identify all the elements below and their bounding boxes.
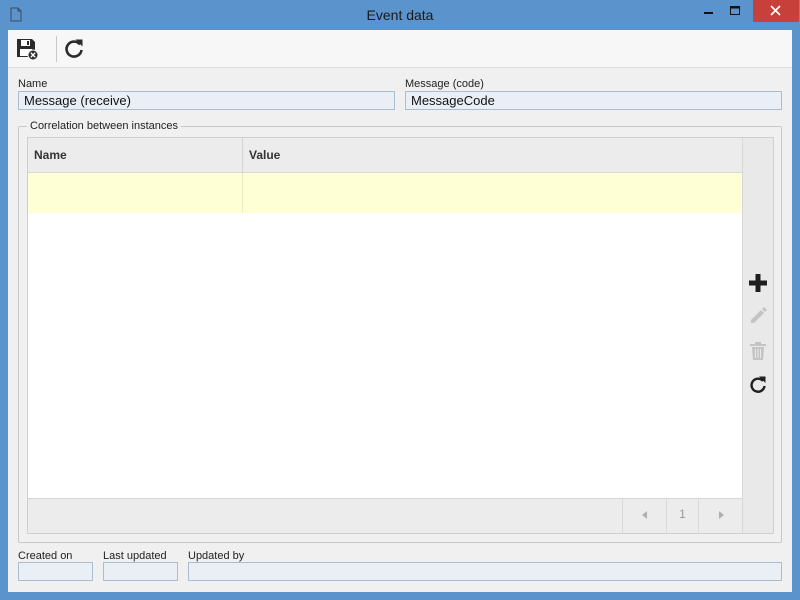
grid-header: Name Value bbox=[28, 138, 742, 173]
pager-next-button[interactable] bbox=[698, 499, 742, 534]
correlation-grid: Name Value 1 bbox=[27, 137, 774, 534]
updated-by-label: Updated by bbox=[188, 550, 245, 562]
created-on-label: Created on bbox=[18, 550, 73, 562]
pager-prev-button[interactable] bbox=[622, 499, 666, 534]
grid-pager: 1 bbox=[28, 498, 742, 534]
refresh-icon bbox=[60, 39, 88, 66]
updated-by-field[interactable] bbox=[188, 562, 782, 581]
correlation-group: Correlation between instances Name Value bbox=[18, 120, 782, 543]
refresh-grid-button[interactable] bbox=[747, 374, 769, 396]
grid-action-bar bbox=[742, 138, 773, 533]
triangle-right-icon bbox=[716, 507, 726, 521]
toolbar bbox=[8, 30, 792, 68]
last-updated-field[interactable] bbox=[103, 562, 178, 581]
table-row[interactable] bbox=[28, 173, 742, 213]
toolbar-refresh-button[interactable] bbox=[60, 35, 88, 63]
name-label: Name bbox=[18, 78, 48, 90]
close-button[interactable] bbox=[753, 0, 799, 22]
refresh-icon bbox=[747, 376, 769, 399]
name-field[interactable]: Message (receive) bbox=[18, 91, 395, 110]
minimize-button[interactable] bbox=[696, 0, 722, 22]
correlation-group-legend: Correlation between instances bbox=[27, 120, 181, 132]
trash-icon bbox=[747, 342, 769, 365]
last-updated-label: Last updated bbox=[103, 550, 167, 562]
created-on-field[interactable] bbox=[18, 562, 93, 581]
column-header-name[interactable]: Name bbox=[28, 138, 243, 173]
add-row-button[interactable] bbox=[747, 272, 769, 294]
plus-icon bbox=[747, 274, 769, 297]
delete-row-button[interactable] bbox=[747, 340, 769, 362]
save-and-close-icon bbox=[13, 39, 41, 66]
message-code-label: Message (code) bbox=[405, 78, 484, 90]
edit-row-button[interactable] bbox=[747, 305, 769, 327]
table-cell-value[interactable] bbox=[243, 173, 742, 213]
table-cell-name[interactable] bbox=[28, 173, 243, 213]
message-code-field[interactable]: MessageCode bbox=[405, 91, 782, 110]
maximize-button[interactable] bbox=[722, 0, 748, 22]
dialog-body: Name Message (receive) Message (code) Me… bbox=[8, 30, 792, 592]
save-and-close-button[interactable] bbox=[13, 35, 41, 63]
triangle-left-icon bbox=[640, 507, 650, 521]
column-header-value[interactable]: Value bbox=[243, 138, 742, 173]
title-bar: Event data bbox=[0, 0, 800, 30]
toolbar-separator bbox=[56, 36, 57, 62]
event-data-window: Event data Name Message (receive) Messag… bbox=[0, 0, 800, 600]
pencil-icon bbox=[747, 307, 769, 330]
pager-page-number: 1 bbox=[666, 499, 698, 534]
window-title: Event data bbox=[366, 7, 434, 23]
